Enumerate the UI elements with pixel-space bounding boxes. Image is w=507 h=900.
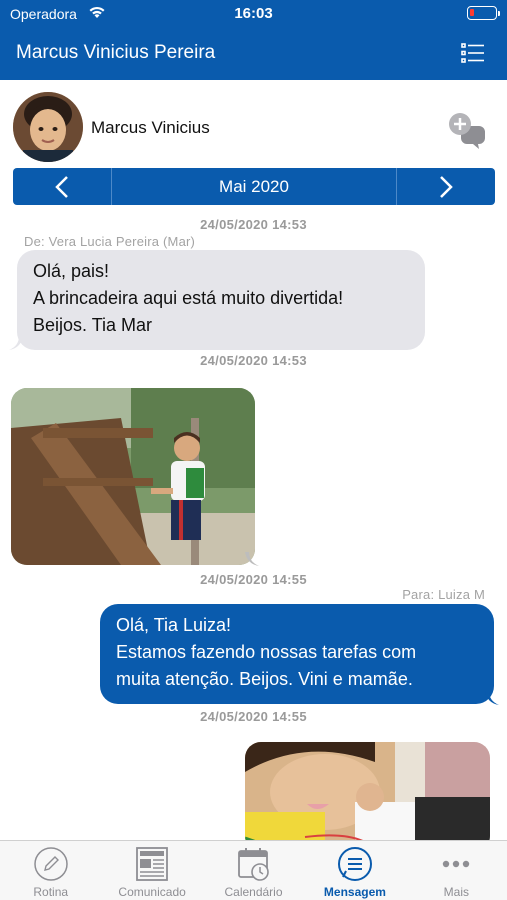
tab-mais[interactable]: Mais — [406, 841, 507, 900]
next-month-button[interactable] — [397, 168, 495, 205]
message-line: Estamos fazendo nossas tarefas com — [116, 642, 417, 662]
message-bubble-outgoing[interactable]: Olá, Tia Luiza! Estamos fazendo nossas t… — [100, 604, 494, 704]
tab-label: Comunicado — [118, 885, 186, 899]
message-timestamp: 24/05/2020 14:55 — [200, 709, 307, 724]
add-chat-icon[interactable] — [447, 112, 487, 150]
newspaper-icon — [136, 847, 169, 881]
bubble-tail — [245, 552, 259, 566]
chevron-left-icon — [55, 175, 68, 198]
tab-bar: Rotina Comunicado Calendário Mensagem Ma… — [0, 840, 507, 900]
more-dots-icon — [443, 860, 470, 868]
tab-rotina[interactable]: Rotina — [0, 841, 101, 900]
message-line: A brincadeira aqui está muito divertida! — [33, 288, 344, 308]
tab-calendario[interactable]: Calendário — [203, 841, 304, 900]
clock: 16:03 — [234, 5, 273, 22]
tab-label: Calendário — [224, 885, 283, 899]
contact-header: Marcus Vinicius — [0, 80, 507, 168]
chevron-right-icon — [440, 175, 453, 198]
message-timestamp: 24/05/2020 14:53 — [200, 353, 307, 368]
message-line: Olá, Tia Luiza! — [116, 615, 232, 635]
message-timestamp: 24/05/2020 14:55 — [200, 572, 307, 587]
message-line: Beijos. Tia Mar — [33, 315, 153, 335]
message-icon — [337, 847, 372, 881]
page-title: Marcus Vinicius Pereira — [16, 42, 216, 63]
contact-name: Marcus Vinicius — [91, 118, 210, 137]
battery-icon — [467, 6, 500, 20]
bubble-tail — [485, 691, 499, 705]
prev-month-button[interactable] — [13, 168, 111, 205]
list-icon[interactable] — [461, 42, 485, 64]
tab-label: Mais — [443, 885, 469, 899]
homework-photo[interactable] — [245, 742, 490, 840]
message-bubble-incoming[interactable]: Olá, pais! A brincadeira aqui está muito… — [17, 250, 425, 350]
tab-mensagem[interactable]: Mensagem — [304, 841, 405, 900]
tab-label: Mensagem — [323, 885, 386, 899]
tab-label: Rotina — [33, 885, 69, 899]
nav-bar: Marcus Vinicius Pereira — [0, 28, 507, 80]
status-bar: Operadora 16:03 — [0, 0, 507, 28]
message-recipient: Para: Luiza M — [402, 587, 485, 602]
avatar[interactable] — [13, 92, 83, 162]
message-line: Olá, pais! — [33, 261, 110, 281]
message-list[interactable]: 24/05/2020 14:53 De: Vera Lucia Pereira … — [0, 205, 507, 840]
bubble-tail — [9, 336, 23, 350]
month-selector: Mai 2020 — [13, 168, 495, 205]
playground-photo[interactable] — [11, 388, 255, 565]
calendar-clock-icon — [237, 848, 269, 881]
message-timestamp: 24/05/2020 14:53 — [200, 217, 307, 232]
message-line: muita atenção. Beijos. Vini e mamãe. — [116, 669, 413, 689]
tab-comunicado[interactable]: Comunicado — [101, 841, 202, 900]
message-sender: De: Vera Lucia Pereira (Mar) — [24, 234, 196, 249]
month-label: Mai 2020 — [111, 168, 397, 205]
pencil-circle-icon — [33, 847, 68, 881]
